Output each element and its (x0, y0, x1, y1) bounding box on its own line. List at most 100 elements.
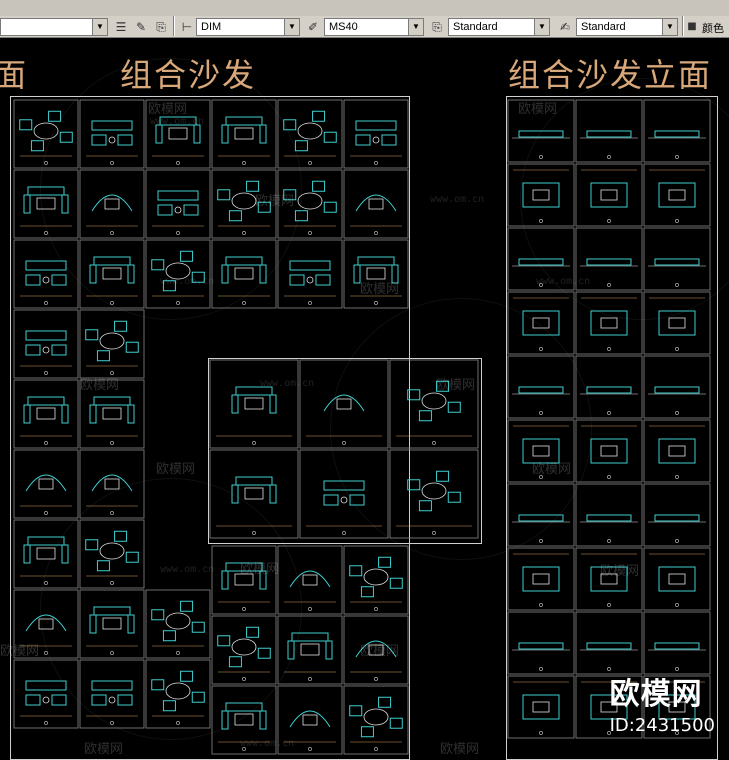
label-marker (607, 155, 611, 159)
drawing-cell (145, 589, 211, 659)
table-mark (421, 482, 447, 500)
properties-icon[interactable]: ✎ (132, 18, 150, 36)
chevron-down-icon[interactable]: ▼ (284, 19, 299, 35)
drawing-cell (79, 449, 145, 519)
table-mark (244, 397, 264, 410)
chevron-down-icon[interactable]: ▼ (92, 19, 107, 35)
chair-mark (48, 110, 62, 122)
drawing-cell (79, 519, 145, 589)
watermark-logo: 欧模网 (518, 102, 558, 117)
label-marker (308, 301, 312, 305)
drawing-cell (145, 169, 211, 239)
watermark-logo: 欧模网 (255, 194, 295, 209)
sofa-mark (355, 120, 397, 131)
color-label[interactable]: 颜色 (702, 20, 724, 36)
layer-combo[interactable]: ▼ (0, 18, 108, 36)
label-marker (675, 347, 679, 351)
chair-mark (289, 274, 305, 286)
chair-mark (246, 626, 260, 638)
sofa-mark (61, 194, 69, 214)
label-marker (44, 161, 48, 165)
label-marker (308, 607, 312, 611)
label-marker (539, 731, 543, 735)
elevation-sofa-mark (518, 386, 564, 394)
text-style-icon[interactable]: ⎘ (152, 18, 170, 36)
sofa-mark (259, 264, 267, 284)
chair-mark (407, 389, 421, 401)
separator (682, 16, 684, 36)
table-mark (165, 682, 191, 700)
sofa-mark (323, 480, 365, 491)
dim-style-icon[interactable]: ⊢ (178, 18, 196, 36)
elevation-sofa-mark (654, 258, 700, 266)
drawing-cell (13, 239, 79, 309)
drawing-cell (13, 309, 79, 379)
chair-mark (85, 329, 99, 341)
sofa-mark (91, 120, 133, 131)
label-marker (539, 155, 543, 159)
chair-mark (323, 201, 337, 213)
textstyle-combo[interactable]: Standard ▼ (448, 18, 550, 36)
sofa-mark (221, 710, 229, 730)
sofa-mark (259, 124, 267, 144)
table-mark (36, 407, 56, 420)
chair-mark (162, 630, 176, 642)
watermark-logo: 欧模网 (532, 462, 572, 477)
sofa-mark (127, 614, 135, 634)
table-mark (244, 487, 264, 500)
sofa-mark (325, 640, 333, 660)
label-marker (607, 411, 611, 415)
label-marker (432, 441, 436, 445)
watermark-logo: 欧模网 (440, 742, 480, 757)
sofa-mark (23, 194, 31, 214)
chair-mark (323, 494, 339, 506)
chair-mark (312, 110, 326, 122)
chair-mark (51, 694, 67, 706)
sofa-mark (93, 256, 131, 266)
label-marker (44, 581, 48, 585)
table-mark (532, 573, 550, 585)
table-mark (600, 189, 618, 201)
table-mark (336, 398, 352, 410)
drawing-cell (575, 291, 643, 355)
elevation-sofa-mark (586, 386, 632, 394)
tablestyle-combo[interactable]: Standard ▼ (576, 18, 678, 36)
chair-mark (151, 609, 165, 621)
drawing-cell (145, 239, 211, 309)
table-mark (600, 445, 618, 457)
drawing-cell (643, 547, 711, 611)
plotstyle-combo[interactable]: MS40 ▼ (324, 18, 424, 36)
sofa-mark (522, 566, 560, 592)
sofa-mark (93, 396, 131, 406)
dimstyle-combo[interactable]: DIM ▼ (196, 18, 300, 36)
chevron-down-icon[interactable]: ▼ (662, 19, 677, 35)
drawing-cell (575, 547, 643, 611)
label-marker (44, 721, 48, 725)
drawing-cell (643, 419, 711, 483)
table-style-icon[interactable]: ✍ (556, 18, 574, 36)
text-style-icon[interactable]: ⎘ (428, 18, 446, 36)
drawing-cell (145, 659, 211, 729)
plot-style-icon[interactable]: ✐ (304, 18, 322, 36)
color-swatch-icon[interactable]: ■ (686, 18, 698, 36)
elevation-sofa-mark (586, 514, 632, 522)
chair-mark (378, 696, 392, 708)
label-marker (44, 441, 48, 445)
drawing-canvas[interactable]: 面 组合沙发 组合沙发立面 欧模网 欧模网 欧模网 欧模网 欧模网 欧模网 欧模… (0, 38, 729, 760)
layer-icon[interactable]: ☰ (112, 18, 130, 36)
table-mark (231, 638, 257, 656)
table-mark (532, 445, 550, 457)
plotstyle-combo-value: MS40 (329, 21, 358, 33)
chevron-down-icon[interactable]: ▼ (408, 19, 423, 35)
sofa-mark (291, 632, 329, 642)
sofa-mark (522, 310, 560, 336)
chair-mark (59, 131, 73, 143)
drawing-cell (79, 169, 145, 239)
watermark-url: www.om.cn (150, 116, 205, 127)
watermark-logo: 欧模网 (600, 564, 640, 579)
chair-mark (436, 470, 450, 482)
table-mark (168, 127, 188, 140)
table-mark (668, 445, 686, 457)
chevron-down-icon[interactable]: ▼ (534, 19, 549, 35)
chair-mark (407, 479, 421, 491)
